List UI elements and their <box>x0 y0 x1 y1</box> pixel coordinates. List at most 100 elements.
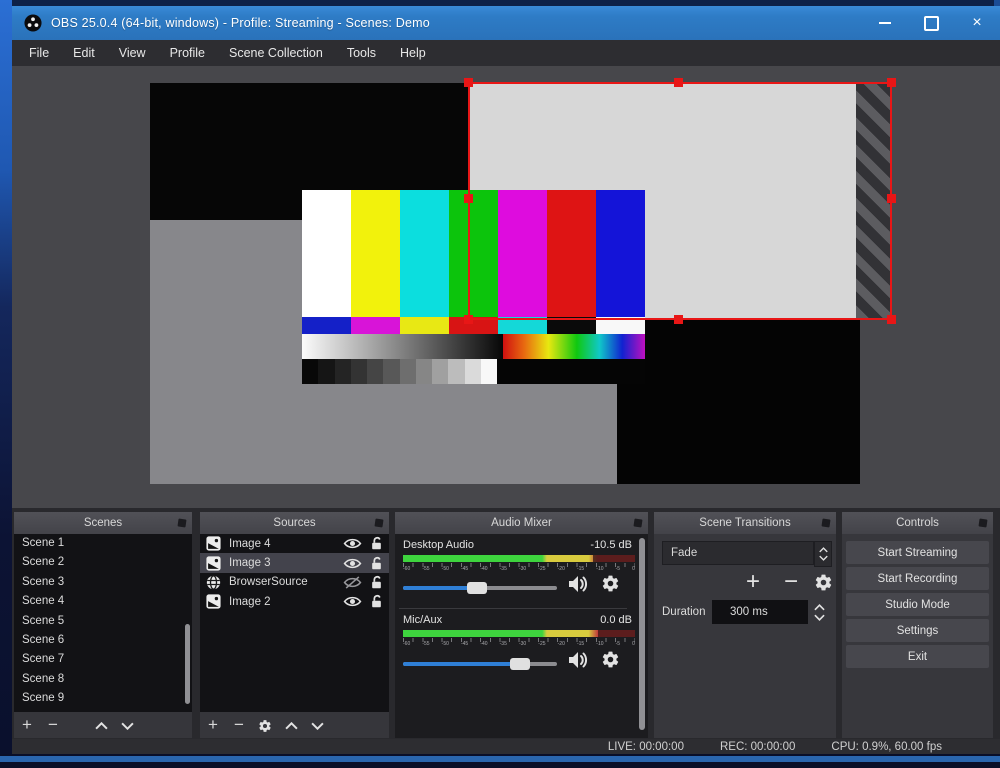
duration-spinner[interactable] <box>810 600 828 624</box>
menu-view[interactable]: View <box>107 46 158 60</box>
scene-item[interactable]: Scene 9 <box>14 689 192 708</box>
scenes-scrollbar[interactable] <box>185 624 190 704</box>
scenes-panel-header[interactable]: Scenes <box>14 512 192 534</box>
desktop-edge-left <box>0 0 12 768</box>
source-name: Image 4 <box>229 537 271 550</box>
add-transition-button[interactable]: + <box>746 568 760 596</box>
sources-panel-header[interactable]: Sources <box>200 512 389 534</box>
preview-canvas[interactable] <box>12 66 1000 508</box>
source-down-button[interactable] <box>304 712 330 738</box>
chevron-up-icon <box>814 604 825 611</box>
minimize-button[interactable] <box>862 6 908 40</box>
scene-item[interactable]: Scene 6 <box>14 631 192 650</box>
scene-item[interactable]: Scene 8 <box>14 670 192 689</box>
scene-down-button[interactable] <box>114 712 140 738</box>
start-streaming-button[interactable]: Start Streaming <box>846 541 989 564</box>
pin-icon[interactable] <box>978 518 988 528</box>
source-row[interactable]: BrowserSource <box>200 573 389 592</box>
slider-knob[interactable] <box>466 582 487 594</box>
volume-slider[interactable] <box>403 658 557 670</box>
remove-scene-button[interactable]: − <box>40 712 66 738</box>
source-selection-outline[interactable] <box>464 78 896 324</box>
lock-icon[interactable] <box>370 536 383 551</box>
image-icon <box>206 556 221 571</box>
menu-help[interactable]: Help <box>388 46 438 60</box>
menu-edit[interactable]: Edit <box>61 46 107 60</box>
lock-icon[interactable] <box>370 594 383 609</box>
start-recording-button[interactable]: Start Recording <box>846 567 989 590</box>
mixer-scrollbar[interactable] <box>639 538 645 730</box>
transition-properties-gear-icon[interactable] <box>814 573 833 592</box>
source-name: BrowserSource <box>229 576 308 589</box>
title-bar[interactable]: OBS 25.0.4 (64-bit, windows) - Profile: … <box>12 6 1000 40</box>
lock-icon[interactable] <box>370 556 383 571</box>
menu-file[interactable]: File <box>17 46 61 60</box>
resize-handle-bottom-middle[interactable] <box>674 315 683 324</box>
volume-meter <box>403 555 635 562</box>
visibility-eye-icon[interactable] <box>343 595 362 608</box>
resize-handle-middle-right[interactable] <box>887 194 896 203</box>
maximize-icon <box>923 15 939 31</box>
slider-knob[interactable] <box>510 658 531 670</box>
speaker-icon[interactable] <box>567 574 591 594</box>
remove-transition-button[interactable]: − <box>784 568 798 596</box>
resize-handle-middle-left[interactable] <box>464 194 473 203</box>
speaker-icon[interactable] <box>567 650 591 670</box>
scene-item[interactable]: Scene 5 <box>14 612 192 631</box>
duration-input[interactable]: 300 ms <box>712 600 808 624</box>
sources-list: Image 4 Image 3 BrowserSource Image 2 <box>200 534 389 712</box>
pin-icon[interactable] <box>821 518 831 528</box>
resize-handle-bottom-left[interactable] <box>464 315 473 324</box>
menu-tools[interactable]: Tools <box>335 46 388 60</box>
source-properties-button[interactable] <box>252 712 278 738</box>
pin-icon[interactable] <box>374 518 384 528</box>
scene-up-button[interactable] <box>88 712 114 738</box>
volume-slider[interactable] <box>403 582 557 594</box>
close-button[interactable]: × <box>954 6 1000 40</box>
menu-scene-collection[interactable]: Scene Collection <box>217 46 335 60</box>
exit-button[interactable]: Exit <box>846 645 989 668</box>
close-icon: × <box>972 14 982 31</box>
scenes-toolbar: + − <box>14 712 192 738</box>
channel-settings-gear-icon[interactable] <box>601 574 620 593</box>
audio-mixer-header[interactable]: Audio Mixer <box>395 512 648 534</box>
channel-settings-gear-icon[interactable] <box>601 650 620 669</box>
pin-icon[interactable] <box>177 518 187 528</box>
scene-item[interactable]: Scene 3 <box>14 573 192 592</box>
add-source-button[interactable]: + <box>200 712 226 738</box>
scenes-panel: Scenes Scene 1 Scene 2 Scene 3 Scene 4 S… <box>14 512 192 738</box>
lock-icon[interactable] <box>370 575 383 590</box>
meter-scale: -60 -55 -50 -45 -40 -35 -30 -25 -20 -15 -10 -5 0 <box>403 563 635 572</box>
scene-transitions-header[interactable]: Scene Transitions <box>654 512 836 534</box>
resize-handle-top-left[interactable] <box>464 78 473 87</box>
scene-item[interactable]: Scene 4 <box>14 592 192 611</box>
visibility-hidden-eye-icon[interactable] <box>343 576 362 589</box>
pin-icon[interactable] <box>633 518 643 528</box>
add-scene-button[interactable]: + <box>14 712 40 738</box>
studio-mode-button[interactable]: Studio Mode <box>846 593 989 616</box>
scene-item[interactable]: Scene 1 <box>14 534 192 553</box>
transition-select-spinner[interactable] <box>814 541 832 567</box>
source-row[interactable]: Image 2 <box>200 592 389 611</box>
source-row[interactable]: Image 4 <box>200 534 389 553</box>
remove-source-button[interactable]: − <box>226 712 252 738</box>
resize-handle-top-middle[interactable] <box>674 78 683 87</box>
rec-time: REC: 00:00:00 <box>719 741 796 753</box>
settings-button[interactable]: Settings <box>846 619 989 642</box>
cpu-fps: CPU: 0.9%, 60.00 fps <box>831 741 942 753</box>
duration-value: 300 ms <box>730 606 768 618</box>
maximize-button[interactable] <box>908 6 954 40</box>
menu-profile[interactable]: Profile <box>158 46 217 60</box>
scene-item[interactable]: Scene 7 <box>14 650 192 669</box>
scene-item[interactable]: Scene 2 <box>14 553 192 572</box>
divider <box>399 608 627 609</box>
transition-select[interactable]: Fade <box>662 541 814 565</box>
resize-handle-bottom-right[interactable] <box>887 315 896 324</box>
source-row-selected[interactable]: Image 3 <box>200 553 389 573</box>
sources-panel-title: Sources <box>273 517 316 529</box>
source-up-button[interactable] <box>278 712 304 738</box>
resize-handle-top-right[interactable] <box>887 78 896 87</box>
visibility-eye-icon[interactable] <box>343 557 362 570</box>
visibility-eye-icon[interactable] <box>343 537 362 550</box>
controls-header[interactable]: Controls <box>842 512 993 534</box>
